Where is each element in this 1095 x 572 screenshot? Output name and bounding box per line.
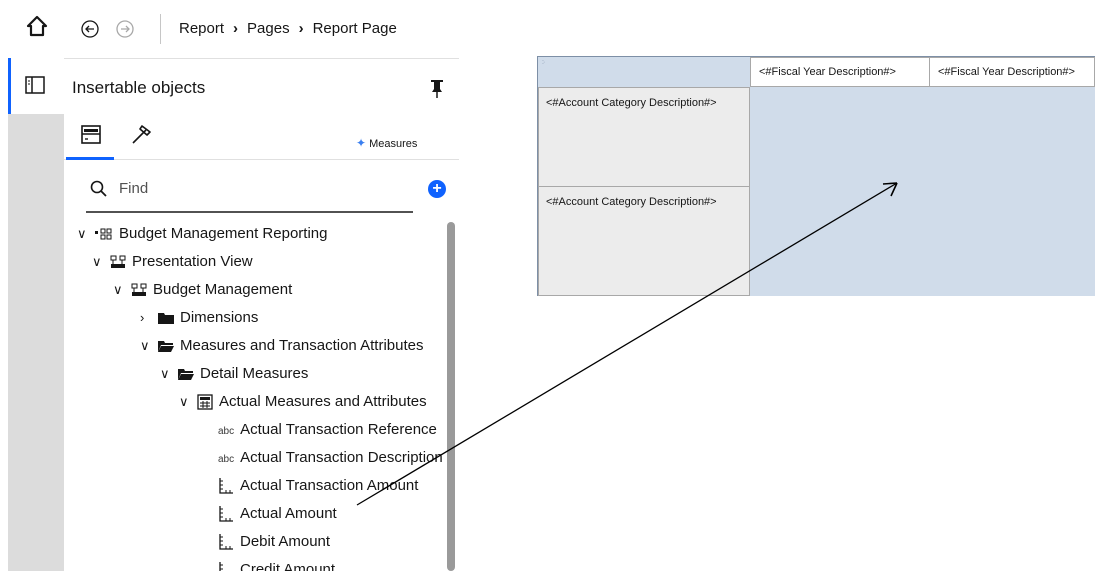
tree-item-label: Actual Amount bbox=[240, 505, 337, 522]
abc-icon: abc bbox=[218, 454, 235, 465]
column-header[interactable]: <#Fiscal Year Description#> bbox=[929, 57, 1095, 87]
panel-title: Insertable objects bbox=[72, 78, 206, 97]
home-icon[interactable] bbox=[26, 15, 48, 37]
breadcrumb: Report › Pages › Report Page bbox=[179, 20, 397, 37]
chevron-down-icon[interactable]: ∨ bbox=[140, 334, 154, 358]
rail-active-indicator bbox=[8, 58, 11, 114]
folder-open-icon bbox=[158, 341, 174, 353]
tab-source[interactable] bbox=[79, 124, 103, 146]
package-icon bbox=[95, 228, 112, 240]
add-source-button[interactable]: + bbox=[428, 180, 446, 198]
active-tab-indicator bbox=[66, 157, 114, 160]
tree-item[interactable]: ∨ Detail Measures bbox=[160, 362, 308, 386]
tree-item-label: Actual Transaction Description bbox=[240, 449, 443, 466]
crosstab[interactable]: :· <#Fiscal Year Description#> <#Fiscal … bbox=[537, 56, 1095, 296]
insertable-objects-rail-button[interactable] bbox=[8, 58, 64, 114]
tree-item-label: Budget Management bbox=[153, 281, 293, 298]
find-input[interactable] bbox=[119, 177, 409, 199]
tree-item[interactable]: abc Actual Transaction Reference bbox=[214, 418, 437, 442]
tree-item-label: Budget Management Reporting bbox=[119, 225, 328, 242]
tree-item[interactable]: ∨ Measures and Transaction Attributes bbox=[140, 334, 423, 358]
measure-icon bbox=[219, 562, 223, 571]
breadcrumb-item-report[interactable]: Report bbox=[179, 20, 224, 37]
measures-drop-target[interactable]: ✦ Measures bbox=[356, 136, 417, 150]
chevron-down-icon[interactable]: ∨ bbox=[160, 362, 174, 386]
tree-item[interactable]: abc Actual Transaction Description bbox=[214, 446, 443, 470]
tree-scrollbar[interactable] bbox=[447, 222, 455, 571]
measure-icon bbox=[219, 506, 233, 522]
measure-icon bbox=[219, 534, 233, 550]
chevron-right-icon[interactable]: › bbox=[140, 306, 154, 330]
source-tree: ∨ Budget Management Reporting ∨ Presentati… bbox=[64, 220, 444, 571]
find-underline bbox=[86, 211, 413, 213]
panel-icon bbox=[25, 76, 45, 94]
tree-item[interactable]: ∨ Presentation View bbox=[92, 250, 253, 274]
row-header[interactable]: <#Account Category Description#> bbox=[538, 87, 750, 187]
measures-label: Measures bbox=[369, 138, 418, 150]
crosstab-corner[interactable]: :· bbox=[538, 57, 750, 87]
chevron-right-icon: › bbox=[298, 20, 304, 37]
tree-item-label: Measures and Transaction Attributes bbox=[180, 337, 424, 354]
tab-border bbox=[64, 159, 459, 160]
divider bbox=[160, 14, 161, 44]
tree-item-label: Actual Measures and Attributes bbox=[219, 393, 427, 410]
chevron-right-icon: › bbox=[233, 20, 239, 37]
tree-item-label: Dimensions bbox=[180, 309, 259, 326]
folder-open-icon bbox=[178, 369, 194, 381]
tree-item-label: Detail Measures bbox=[200, 365, 309, 382]
measure-icon bbox=[219, 478, 233, 494]
column-header[interactable]: <#Fiscal Year Description#> bbox=[750, 57, 930, 87]
query-subject-icon bbox=[197, 394, 213, 410]
chevron-down-icon[interactable]: ∨ bbox=[113, 278, 127, 302]
row-header[interactable]: <#Account Category Description#> bbox=[538, 186, 750, 296]
tree-item[interactable]: Credit Amount bbox=[214, 558, 335, 571]
chevron-down-icon[interactable]: ∨ bbox=[179, 390, 193, 414]
tree-item[interactable]: ∨ Actual Measures and Attributes bbox=[179, 390, 427, 414]
tree-item-label: Presentation View bbox=[132, 253, 253, 270]
tree-item-label: Actual Transaction Amount bbox=[240, 477, 419, 494]
namespace-icon bbox=[131, 283, 147, 297]
tree-item[interactable]: ∨ Budget Management bbox=[113, 278, 292, 302]
tree-item-label: Credit Amount bbox=[240, 561, 336, 571]
chevron-down-icon[interactable]: ∨ bbox=[92, 250, 106, 274]
breadcrumb-item-pages[interactable]: Pages bbox=[247, 20, 290, 37]
forward-icon[interactable] bbox=[116, 20, 134, 38]
tree-item[interactable]: Actual Amount bbox=[214, 502, 337, 526]
back-icon[interactable] bbox=[81, 20, 99, 38]
drag-handle-icon[interactable]: :· bbox=[542, 59, 545, 66]
tab-toolbox[interactable] bbox=[129, 124, 153, 146]
namespace-icon bbox=[110, 255, 126, 269]
measure-star-icon: ✦ bbox=[356, 136, 367, 150]
tree-item-label: Actual Transaction Reference bbox=[240, 421, 437, 438]
folder-icon bbox=[158, 313, 174, 325]
chevron-down-icon[interactable]: ∨ bbox=[77, 222, 91, 246]
tree-item[interactable]: Debit Amount bbox=[214, 530, 330, 554]
breadcrumb-item-report-page[interactable]: Report Page bbox=[313, 20, 397, 37]
tree-item[interactable]: › Dimensions bbox=[140, 306, 258, 330]
tree-item[interactable]: ∨ Budget Management Reporting bbox=[77, 222, 327, 246]
abc-icon: abc bbox=[218, 426, 235, 437]
tree-item-label: Debit Amount bbox=[240, 533, 331, 550]
pin-icon[interactable] bbox=[430, 80, 444, 98]
measures-cell[interactable] bbox=[750, 87, 1095, 296]
tree-item[interactable]: Actual Transaction Amount bbox=[214, 474, 418, 498]
search-icon bbox=[90, 180, 107, 197]
